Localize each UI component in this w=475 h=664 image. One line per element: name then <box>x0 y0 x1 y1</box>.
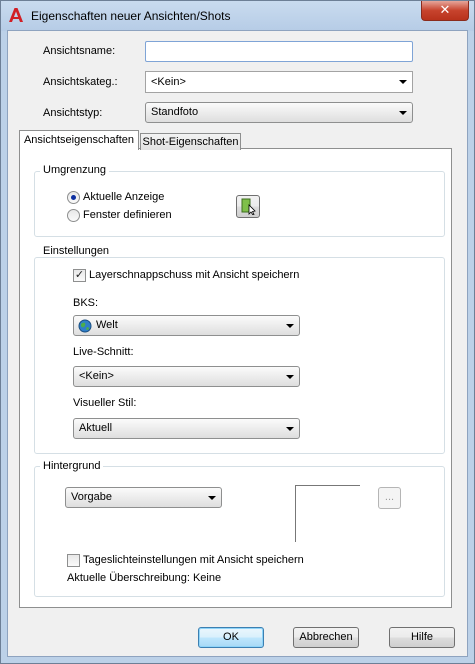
type-select[interactable]: Standfoto <box>145 102 413 123</box>
globe-icon <box>78 319 92 333</box>
type-label: Ansichtstyp: <box>43 107 103 119</box>
category-select[interactable]: <Kein> <box>145 71 413 93</box>
boundary-group-title: Umgrenzung <box>40 164 109 176</box>
define-window-icon <box>241 198 256 215</box>
settings-group-title: Einstellungen <box>40 245 113 257</box>
title-bar[interactable]: Eigenschaften neuer Ansichten/Shots ✕ <box>1 1 474 31</box>
layer-snapshot-label[interactable]: Layerschnappschuss mit Ansicht speichern <box>89 269 299 281</box>
ok-button[interactable]: OK <box>198 627 264 648</box>
live-section-value: <Kein> <box>79 370 114 382</box>
tab-shot-properties[interactable]: Shot-Eigenschaften <box>140 133 241 150</box>
current-display-label[interactable]: Aktuelle Anzeige <box>83 191 164 203</box>
chevron-down-icon <box>399 111 407 115</box>
tab-view-properties[interactable]: Ansichtseigenschaften <box>19 130 139 150</box>
window-title: Eigenschaften neuer Ansichten/Shots <box>31 9 231 23</box>
view-name-input[interactable] <box>145 41 413 62</box>
define-window-radio[interactable] <box>67 209 80 222</box>
define-window-label[interactable]: Fenster definieren <box>83 209 172 221</box>
chevron-down-icon <box>399 80 407 84</box>
background-group-title: Hintergrund <box>40 460 104 472</box>
background-preview <box>295 485 360 542</box>
save-sun-checkbox[interactable] <box>67 554 80 567</box>
cancel-button[interactable]: Abbrechen <box>293 627 359 648</box>
ucs-select[interactable]: Welt <box>73 315 300 336</box>
category-value: <Kein> <box>151 76 186 88</box>
visual-style-label: Visueller Stil: <box>73 397 137 409</box>
chevron-down-icon <box>286 427 294 431</box>
chevron-down-icon <box>208 496 216 500</box>
background-value: Vorgabe <box>71 491 112 503</box>
visual-style-select[interactable]: Aktuell <box>73 418 300 439</box>
help-button[interactable]: Hilfe <box>389 627 455 648</box>
view-name-label: Ansichtsname: <box>43 45 116 57</box>
chevron-down-icon <box>286 324 294 328</box>
save-sun-label[interactable]: Tageslichteinstellungen mit Ansicht spei… <box>83 554 304 566</box>
close-icon: ✕ <box>439 2 451 17</box>
layer-snapshot-checkbox[interactable]: ✓ <box>73 269 86 282</box>
type-value: Standfoto <box>151 106 199 118</box>
ucs-value: Welt <box>96 319 118 331</box>
background-browse-button[interactable]: ... <box>378 487 401 509</box>
autocad-a-icon <box>9 8 23 22</box>
current-display-radio[interactable] <box>67 191 80 204</box>
background-select[interactable]: Vorgabe <box>65 487 222 508</box>
define-window-button[interactable] <box>236 195 260 218</box>
visual-style-value: Aktuell <box>79 422 113 434</box>
ucs-label: BKS: <box>73 297 99 309</box>
live-section-label: Live-Schnitt: <box>73 346 134 358</box>
live-section-select[interactable]: <Kein> <box>73 366 300 387</box>
chevron-down-icon <box>286 375 294 379</box>
category-label: Ansichtskateg.: <box>43 76 118 88</box>
override-status: Aktuelle Überschreibung: Keine <box>67 572 222 584</box>
close-button[interactable]: ✕ <box>421 1 469 21</box>
